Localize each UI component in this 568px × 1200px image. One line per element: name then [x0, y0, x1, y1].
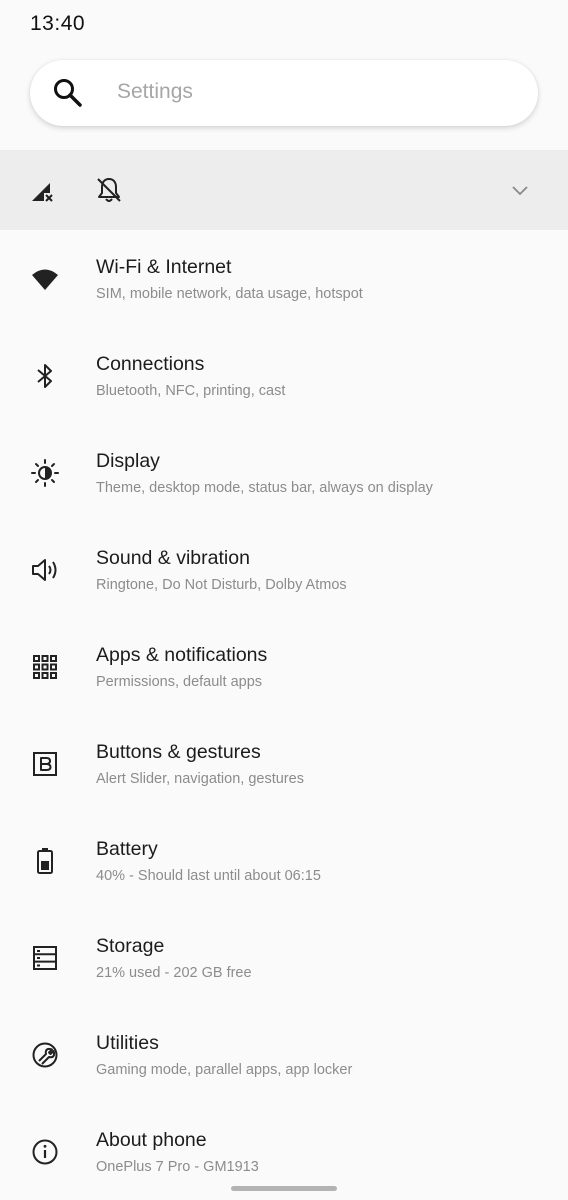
settings-item-title: Wi-Fi & Internet: [96, 256, 232, 278]
chevron-down-icon[interactable]: [511, 183, 529, 197]
settings-item-sound-vibration[interactable]: Sound & vibration Ringtone, Do Not Distu…: [0, 521, 568, 618]
status-bar-time: 13:40: [30, 12, 86, 35]
settings-item-title: About phone: [96, 1129, 207, 1151]
settings-item-title: Battery: [96, 838, 158, 860]
settings-item-utilities[interactable]: Utilities Gaming mode, parallel apps, ap…: [0, 1006, 568, 1103]
settings-item-buttons-gestures[interactable]: Buttons & gestures Alert Slider, navigat…: [0, 715, 568, 812]
settings-item-title: Buttons & gestures: [96, 741, 261, 763]
speaker-icon: [32, 559, 57, 581]
settings-list: Wi-Fi & Internet SIM, mobile network, da…: [0, 230, 568, 1200]
button-b-icon: [33, 752, 57, 776]
search-bar[interactable]: Settings: [30, 60, 538, 126]
settings-item-subtitle: Bluetooth, NFC, printing, cast: [96, 383, 286, 399]
settings-item-subtitle: Ringtone, Do Not Disturb, Dolby Atmos: [96, 577, 347, 593]
settings-item-subtitle: Alert Slider, navigation, gestures: [96, 771, 304, 787]
settings-item-connections[interactable]: Connections Bluetooth, NFC, printing, ca…: [0, 327, 568, 424]
settings-item-subtitle: 40% - Should last until about 06:15: [96, 868, 321, 884]
settings-item-title: Connections: [96, 353, 205, 375]
brightness-icon: [31, 459, 59, 487]
settings-item-subtitle: OnePlus 7 Pro - GM1913: [96, 1159, 259, 1175]
quick-status-row[interactable]: [0, 150, 568, 230]
settings-item-storage[interactable]: Storage 21% used - 202 GB free: [0, 909, 568, 1006]
no-signal-icon: [32, 183, 53, 202]
wifi-icon: [32, 269, 58, 290]
settings-item-subtitle: SIM, mobile network, data usage, hotspot: [96, 286, 363, 302]
search-icon: [54, 79, 82, 107]
settings-item-subtitle: Gaming mode, parallel apps, app locker: [96, 1062, 353, 1078]
settings-item-subtitle: 21% used - 202 GB free: [96, 965, 252, 981]
battery-icon: [37, 848, 53, 874]
settings-item-wifi-internet[interactable]: Wi-Fi & Internet SIM, mobile network, da…: [0, 230, 568, 327]
bluetooth-icon: [37, 364, 52, 388]
settings-item-display[interactable]: Display Theme, desktop mode, status bar,…: [0, 424, 568, 521]
settings-item-title: Display: [96, 450, 160, 472]
gesture-nav-handle[interactable]: [231, 1186, 337, 1191]
bell-off-icon: [97, 178, 121, 202]
apps-grid-icon: [33, 655, 57, 679]
settings-item-subtitle: Permissions, default apps: [96, 674, 263, 690]
settings-item-title: Utilities: [96, 1032, 159, 1054]
settings-item-title: Sound & vibration: [96, 547, 250, 569]
settings-item-subtitle: Theme, desktop mode, status bar, always …: [96, 480, 433, 496]
settings-item-title: Storage: [96, 935, 165, 957]
search-placeholder: Settings: [117, 80, 193, 103]
storage-icon: [33, 946, 57, 970]
settings-item-apps-notifications[interactable]: Apps & notifications Permissions, defaul…: [0, 618, 568, 715]
wrench-icon: [32, 1042, 58, 1068]
settings-item-title: Apps & notifications: [96, 644, 268, 666]
info-icon: [32, 1139, 58, 1165]
settings-screen: 13:40 Settings Wi-Fi & Internet SIM, mob…: [0, 0, 568, 1200]
settings-item-battery[interactable]: Battery 40% - Should last until about 06…: [0, 812, 568, 909]
